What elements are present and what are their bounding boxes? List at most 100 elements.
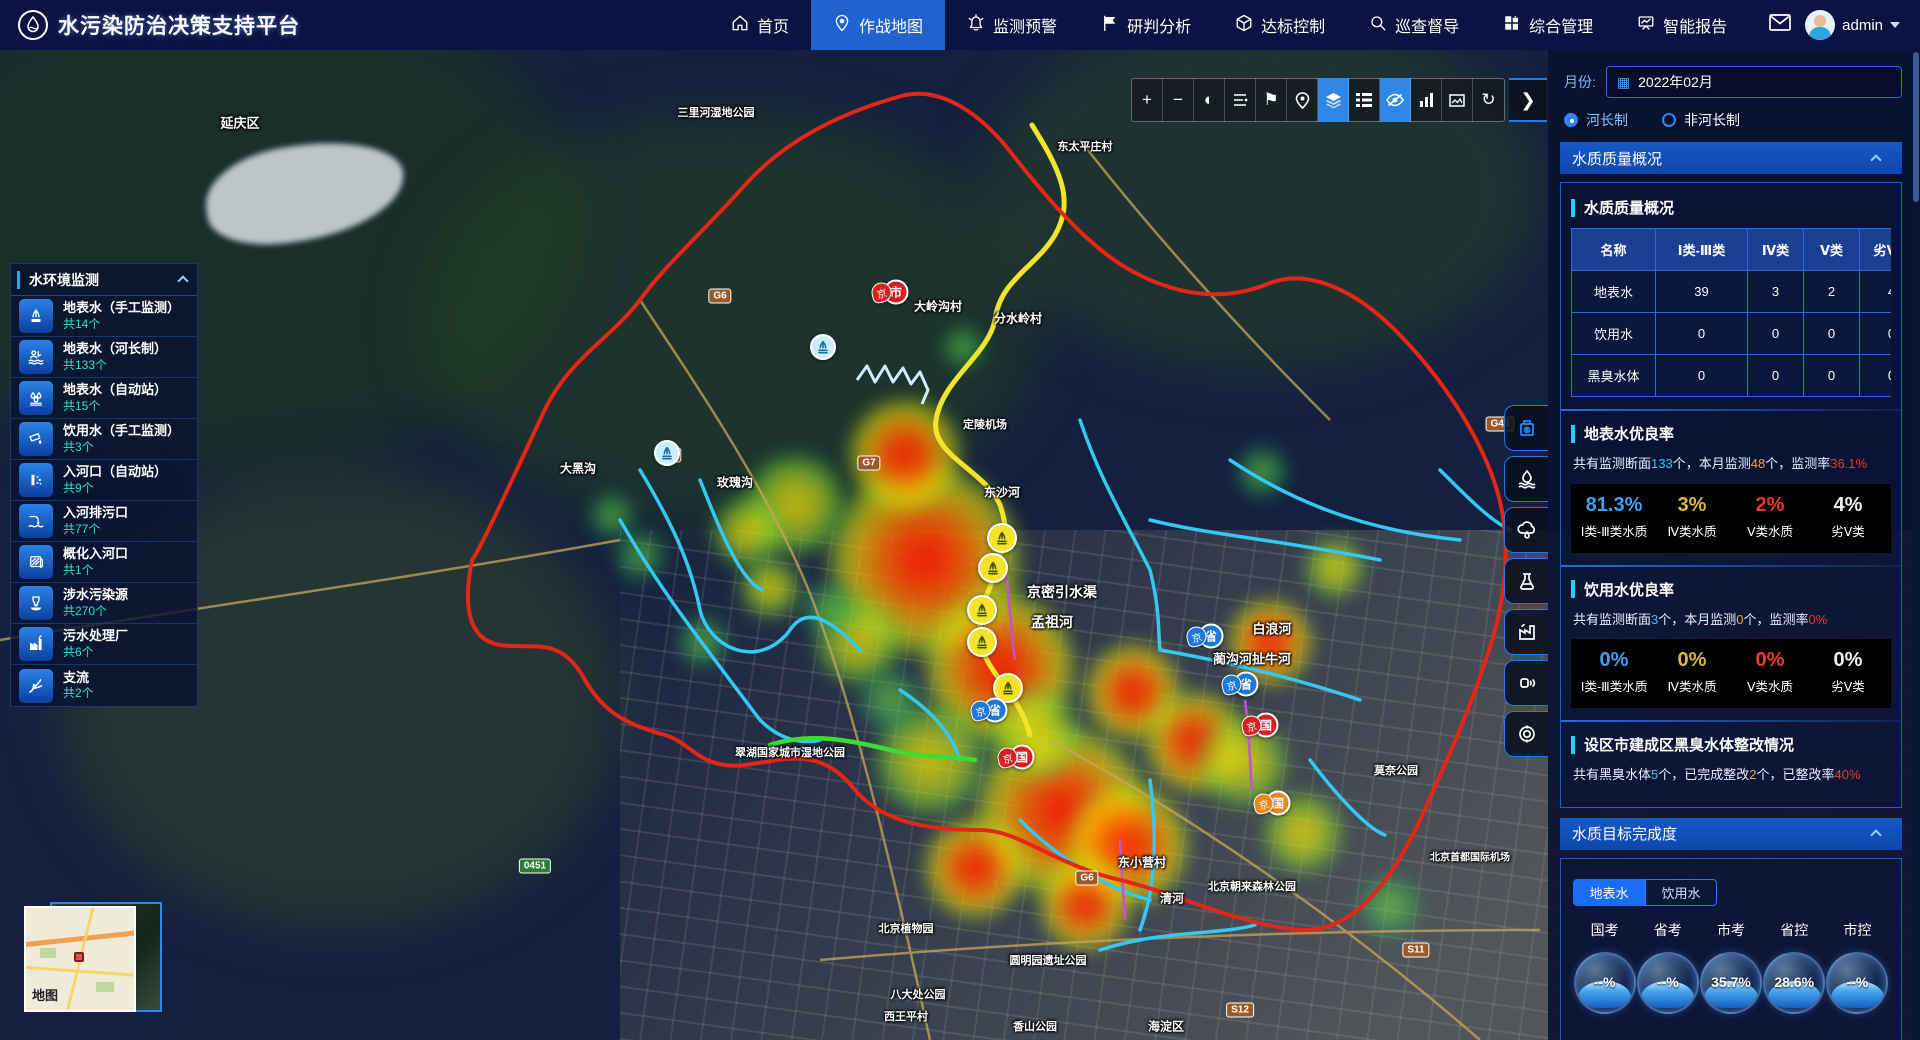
road-badge: G6 bbox=[708, 289, 731, 304]
avatar bbox=[1805, 10, 1835, 40]
plot-icon[interactable]: ⚑ bbox=[1256, 78, 1287, 122]
nav-item-首页[interactable]: 首页 bbox=[709, 0, 811, 50]
measure-icon[interactable] bbox=[1225, 78, 1256, 122]
surface-water-station-marker[interactable] bbox=[967, 595, 997, 625]
user-menu[interactable]: admin bbox=[1805, 10, 1900, 40]
nav-item-智能报告[interactable]: 智能报告 bbox=[1615, 0, 1749, 50]
nav-item-研判分析[interactable]: 研判分析 bbox=[1079, 0, 1213, 50]
nav-item-达标控制[interactable]: 达标控制 bbox=[1213, 0, 1347, 50]
plant-tool-icon[interactable] bbox=[1504, 405, 1548, 451]
drinking-water-icon bbox=[19, 422, 53, 456]
statistics-icon[interactable] bbox=[1411, 78, 1442, 122]
sampling-tool-icon[interactable] bbox=[1504, 558, 1548, 604]
zoom-out-icon[interactable]: − bbox=[1163, 78, 1194, 122]
assessment-section-marker[interactable]: 京国 bbox=[1254, 791, 1291, 816]
radio-non-river-chief[interactable]: 非河长制 bbox=[1662, 110, 1740, 130]
panel-collapse-button[interactable]: ❯ bbox=[1509, 78, 1547, 122]
quality-title: 水质质量概况 bbox=[1584, 197, 1674, 218]
monitor-layer-item[interactable]: 入河排污口共77个 bbox=[11, 501, 197, 542]
auto-station-marker[interactable] bbox=[810, 334, 836, 360]
tab-surface-water[interactable]: 地表水 bbox=[1573, 879, 1645, 906]
assessment-section-marker[interactable]: 京市 bbox=[872, 280, 909, 305]
monitor-layer-item[interactable]: 地表水（河长制）共133个 bbox=[11, 337, 197, 378]
nav-item-作战地图[interactable]: 作战地图 bbox=[811, 0, 945, 50]
monitor-layer-item[interactable]: 入河口（自动站）共9个 bbox=[11, 460, 197, 501]
scrollbar-thumb[interactable] bbox=[1913, 52, 1919, 202]
tab-drinking-water[interactable]: 饮用水 bbox=[1645, 879, 1717, 906]
auto-station-marker[interactable] bbox=[654, 440, 680, 466]
chevron-up-icon bbox=[1870, 829, 1881, 840]
radio-river-chief[interactable]: 河长制 bbox=[1564, 110, 1628, 130]
quality-card: 水质质量概况 名称 Ⅰ类-Ⅲ类 Ⅳ类 Ⅴ类 劣Ⅴ类 地表水 39 3 2 4 bbox=[1560, 182, 1902, 808]
monitor-layer-item[interactable]: 地表水（手工监测）共14个 bbox=[11, 296, 197, 337]
minimap-label: 地图 bbox=[32, 985, 58, 1004]
top-navigation: 水污染防治决策支持平台 首页作战地图监测预警研判分析达标控制巡查督导综合管理智能… bbox=[0, 0, 1920, 50]
assessment-section-marker[interactable]: 京国 bbox=[998, 745, 1035, 770]
table-row: 饮用水 0 0 0 0 bbox=[1572, 313, 1892, 355]
layers-icon[interactable] bbox=[1318, 78, 1349, 122]
water-env-tool-icon[interactable] bbox=[1504, 456, 1548, 502]
snapshot-icon[interactable] bbox=[1442, 78, 1473, 122]
assessment-section-marker[interactable]: 京省 bbox=[971, 698, 1008, 723]
home-icon bbox=[731, 14, 749, 37]
mode-radio-group: 河长制 非河长制 bbox=[1564, 110, 1902, 130]
nav-item-综合管理[interactable]: 综合管理 bbox=[1481, 0, 1615, 50]
surface-rate-summary: 共有监测断面133个，本月监测48个，监测率36.1% bbox=[1573, 454, 1891, 474]
drinking-rate-stats: 0%Ⅰ类-Ⅲ类水质 0%Ⅳ类水质 0%Ⅴ类水质 0%劣Ⅴ类 bbox=[1571, 639, 1891, 708]
grid-icon bbox=[1503, 14, 1521, 37]
chevron-up-icon[interactable] bbox=[177, 275, 188, 286]
water-ball-gauge: 国考--% bbox=[1573, 920, 1636, 1014]
quality-table: 名称 Ⅰ类-Ⅲ类 Ⅳ类 Ⅴ类 劣Ⅴ类 地表水 39 3 2 4 饮用水 0 0 bbox=[1571, 228, 1891, 397]
surface-water-station-marker[interactable] bbox=[987, 523, 1017, 553]
surface-rate-stats: 81.3%Ⅰ类-Ⅲ类水质 3%Ⅳ类水质 2%Ⅴ类水质 4%劣Ⅴ类 bbox=[1571, 484, 1891, 553]
minimap-pin-icon bbox=[74, 952, 84, 962]
surface-water-station-marker[interactable] bbox=[978, 553, 1008, 583]
industry-tool-icon[interactable] bbox=[1504, 609, 1548, 655]
black-odor-title: 设区市建成区黑臭水体整改情况 bbox=[1584, 734, 1794, 755]
target-card: 地表水 饮用水 国考--%省考--%市考35.7%省控28.6%市控--% bbox=[1560, 858, 1902, 1040]
outfall-icon bbox=[19, 504, 53, 538]
assessment-section-marker[interactable]: 京国 bbox=[1242, 713, 1279, 738]
water-ball-gauge: 省考--% bbox=[1636, 920, 1699, 1014]
broadcast-tool-icon[interactable] bbox=[1504, 660, 1548, 706]
nav-menu: 首页作战地图监测预警研判分析达标控制巡查督导综合管理智能报告 bbox=[709, 0, 1749, 50]
reset-icon[interactable]: ↻ bbox=[1473, 78, 1504, 122]
panel-title: 水环境监测 bbox=[29, 270, 179, 290]
target-tabs: 地表水 饮用水 bbox=[1573, 879, 1891, 906]
monitor-layer-item[interactable]: 概化入河口共1个 bbox=[11, 542, 197, 583]
zoom-in-icon[interactable]: + bbox=[1132, 78, 1163, 122]
legend-icon[interactable] bbox=[1349, 78, 1380, 122]
nav-item-巡查督导[interactable]: 巡查督导 bbox=[1347, 0, 1481, 50]
map-pin-icon bbox=[833, 14, 851, 37]
monitor-layer-item[interactable]: 支流共2个 bbox=[11, 665, 197, 706]
assessment-section-marker[interactable]: 京省 bbox=[1187, 624, 1224, 649]
water-ball-gauge: 市控--% bbox=[1826, 920, 1889, 1014]
target-tool-icon[interactable] bbox=[1504, 711, 1548, 757]
contrast-icon[interactable]: ◐ bbox=[1194, 78, 1225, 122]
locate-icon[interactable] bbox=[1287, 78, 1318, 122]
section-header-quality[interactable]: 水质质量概况 bbox=[1560, 142, 1902, 174]
section-header-target[interactable]: 水质目标完成度 bbox=[1560, 818, 1902, 850]
monitor-layer-item[interactable]: 地表水（自动站）共15个 bbox=[11, 378, 197, 419]
road-badge: G6 bbox=[1075, 871, 1098, 886]
basemap-switcher[interactable]: 地图 bbox=[24, 898, 164, 1020]
rainfall-tool-icon[interactable] bbox=[1504, 507, 1548, 553]
mail-icon[interactable] bbox=[1769, 14, 1791, 36]
auto-station-icon bbox=[19, 381, 53, 415]
monitor-layer-item[interactable]: 涉水污染源共270个 bbox=[11, 583, 197, 624]
username: admin bbox=[1842, 17, 1883, 34]
visibility-icon[interactable] bbox=[1380, 78, 1411, 122]
assessment-section-marker[interactable]: 京省 bbox=[1222, 672, 1259, 697]
monitor-layer-item[interactable]: 污水处理厂共6个 bbox=[11, 624, 197, 665]
month-picker[interactable]: ▦ 2022年02月 bbox=[1606, 66, 1902, 98]
caret-down-icon bbox=[1890, 22, 1900, 28]
nav-item-监测预警[interactable]: 监测预警 bbox=[945, 0, 1079, 50]
table-row: 地表水 39 3 2 4 bbox=[1572, 271, 1892, 313]
river-chief-icon bbox=[19, 340, 53, 374]
table-row: 黑臭水体 0 0 0 0 bbox=[1572, 355, 1892, 397]
panel-scrollbar bbox=[1912, 50, 1920, 1040]
surface-water-station-marker[interactable] bbox=[967, 627, 997, 657]
monitor-layer-item[interactable]: 饮用水（手工监测）共3个 bbox=[11, 419, 197, 460]
street-map-thumbnail[interactable]: 地图 bbox=[24, 906, 136, 1012]
app-title: 水污染防治决策支持平台 bbox=[58, 10, 300, 40]
